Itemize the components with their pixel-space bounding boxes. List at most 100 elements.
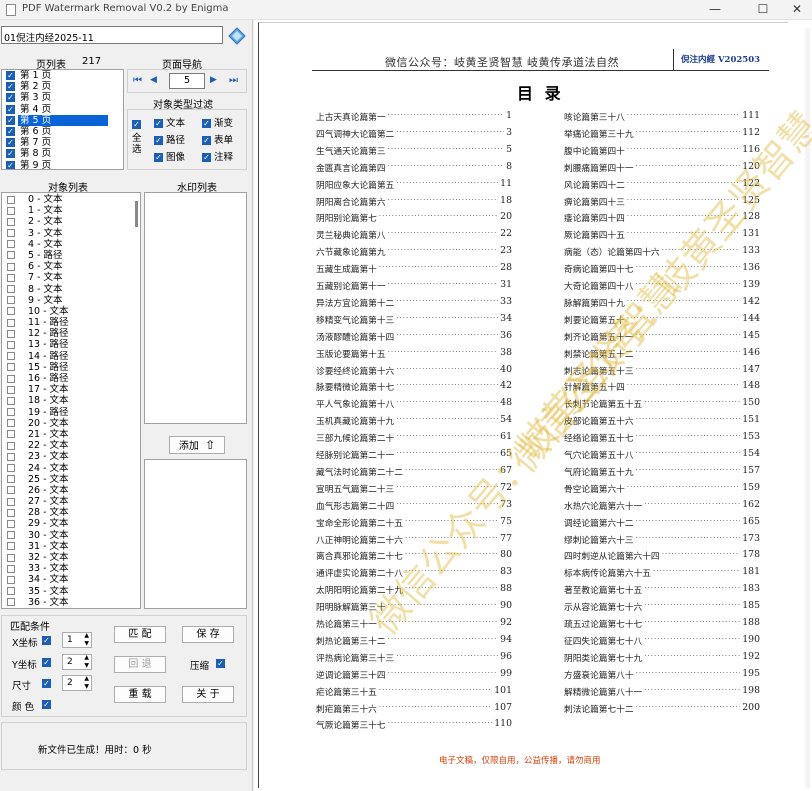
open-file-button[interactable] [226,24,248,46]
color-checkbox[interactable]: ✓ [42,700,51,709]
file-path-field[interactable]: 01倪注内经2025-11 [1,26,223,44]
object-list-item[interactable]: 31 - 文本 [2,541,140,552]
object-checkbox[interactable] [7,307,15,316]
filter-checkbox[interactable]: ✓ [202,119,211,128]
object-list-item[interactable]: 10 - 文本 [2,306,140,317]
object-checkbox[interactable] [7,240,15,249]
object-list-item[interactable]: 5 - 路径 [2,250,140,261]
stepper-arrows-icon[interactable]: ▲ ▼ [84,675,89,691]
object-list-item[interactable]: 11 - 路径 [2,317,140,328]
object-checkbox[interactable] [7,575,15,584]
maximize-button[interactable]: ☐ [741,0,785,20]
page-list-item[interactable]: ✓ 第 5 页 [2,114,123,126]
x-coord-stepper[interactable]: 1 ▲ ▼ [62,632,92,648]
object-checkbox[interactable] [7,587,15,596]
prev-page-icon[interactable]: ◀ [150,75,157,85]
filter-checkbox[interactable]: ✓ [202,153,211,162]
object-checkbox[interactable] [7,430,15,439]
filter-option[interactable]: ✓ 文本 [154,115,185,129]
add-watermark-button[interactable]: 添加 ⇧ [169,436,225,454]
select-all-checkbox[interactable]: ✓ [132,120,141,129]
match-button[interactable]: 匹 配 [114,626,166,643]
object-checkbox[interactable] [7,296,15,305]
page-list-item[interactable]: ✓ 第 1 页 [2,70,123,81]
object-list-item[interactable]: 20 - 文本 [2,418,140,429]
object-checkbox[interactable] [7,497,15,506]
object-list-item[interactable]: 6 - 文本 [2,261,140,272]
object-list-item[interactable]: 27 - 文本 [2,496,140,507]
object-list-item[interactable]: 30 - 文本 [2,530,140,541]
reload-button[interactable]: 重 载 [114,686,166,703]
object-checkbox[interactable] [7,363,15,372]
filter-checkbox[interactable]: ✓ [202,136,211,145]
object-checkbox[interactable] [7,340,15,349]
object-checkbox[interactable] [7,452,15,461]
object-list-item[interactable]: 15 - 路径 [2,362,140,373]
object-list-item[interactable]: 17 - 文本 [2,384,140,395]
object-checkbox[interactable] [7,329,15,338]
filter-option[interactable]: ✓ 渐变 [202,115,233,129]
filter-checkbox[interactable]: ✓ [154,119,163,128]
size-stepper[interactable]: 2 ▲ ▼ [62,675,92,691]
object-checkbox[interactable] [7,508,15,517]
object-checkbox[interactable] [7,229,15,238]
page-list-item[interactable]: ✓ 第 4 页 [2,104,123,115]
object-list-item[interactable]: 16 - 路径 [2,373,140,384]
stepper-arrows-icon[interactable]: ▲ ▼ [84,654,89,670]
object-checkbox[interactable] [7,396,15,405]
object-list-item[interactable]: 22 - 文本 [2,440,140,451]
about-button[interactable]: 关 于 [182,686,234,703]
filter-option[interactable]: ✓ 注释 [202,149,233,163]
object-list-item[interactable]: 3 - 文本 [2,228,140,239]
object-checkbox[interactable] [7,385,15,394]
object-checkbox[interactable] [7,486,15,495]
object-list-item[interactable]: 18 - 文本 [2,395,140,406]
page-list-item[interactable]: ✓ 第 2 页 [2,81,123,92]
first-page-icon[interactable]: ⏮ [133,75,142,86]
object-list-item[interactable]: 4 - 文本 [2,239,140,250]
object-checkbox[interactable] [7,374,15,383]
object-checkbox[interactable] [7,285,15,293]
object-list-item[interactable]: 8 - 文本 [2,284,140,295]
page-checkbox[interactable]: ✓ [6,115,15,125]
y-coord-stepper[interactable]: 2 ▲ ▼ [62,654,92,670]
object-list-item[interactable]: 24 - 文本 [2,463,140,474]
object-list-item[interactable]: 25 - 文本 [2,474,140,485]
object-checkbox[interactable] [7,542,15,551]
object-checkbox[interactable] [7,553,15,562]
object-checkbox[interactable] [7,262,15,271]
page-checkbox[interactable]: ✓ [6,104,15,114]
page-checkbox[interactable]: ✓ [6,160,15,169]
object-list-item[interactable]: 0 - 文本 [2,194,140,205]
page-checkbox[interactable]: ✓ [6,138,15,148]
filter-option[interactable]: ✓ 路径 [154,132,185,146]
object-list-item[interactable]: 12 - 路径 [2,328,140,339]
page-list-item[interactable]: ✓ 第 6 页 [2,126,123,137]
object-checkbox[interactable] [7,531,15,540]
selected-watermark-list[interactable] [144,459,247,609]
object-list-item[interactable]: 29 - 文本 [2,518,140,529]
page-list-item[interactable]: ✓ 第 9 页 [2,160,123,169]
compress-checkbox[interactable]: ✓ [216,659,225,668]
page-checkbox[interactable]: ✓ [6,149,15,159]
object-list-item[interactable]: 23 - 文本 [2,451,140,462]
object-list-item[interactable]: 9 - 文本 [2,295,140,306]
page-list-item[interactable]: ✓ 第 8 页 [2,148,123,159]
next-page-icon[interactable]: ▶ [210,75,217,85]
filter-checkbox[interactable]: ✓ [154,153,163,162]
close-button[interactable]: ✕ [782,0,812,20]
object-list-item[interactable]: 28 - 文本 [2,507,140,518]
object-checkbox[interactable] [7,464,15,472]
object-checkbox[interactable] [7,441,15,450]
page-list-item[interactable]: ✓ 第 3 页 [2,92,123,103]
object-checkbox[interactable] [7,318,15,327]
object-checkbox[interactable] [7,251,15,260]
object-list-item[interactable]: 32 - 文本 [2,552,140,563]
object-list-item[interactable]: 36 - 文本 [2,597,140,608]
page-checkbox[interactable]: ✓ [6,126,15,136]
object-list-item[interactable]: 7 - 文本 [2,272,140,283]
object-list-item[interactable]: 14 - 路径 [2,351,140,362]
object-checkbox[interactable] [7,408,15,417]
object-checkbox[interactable] [7,206,15,215]
filter-checkbox[interactable]: ✓ [154,136,163,145]
